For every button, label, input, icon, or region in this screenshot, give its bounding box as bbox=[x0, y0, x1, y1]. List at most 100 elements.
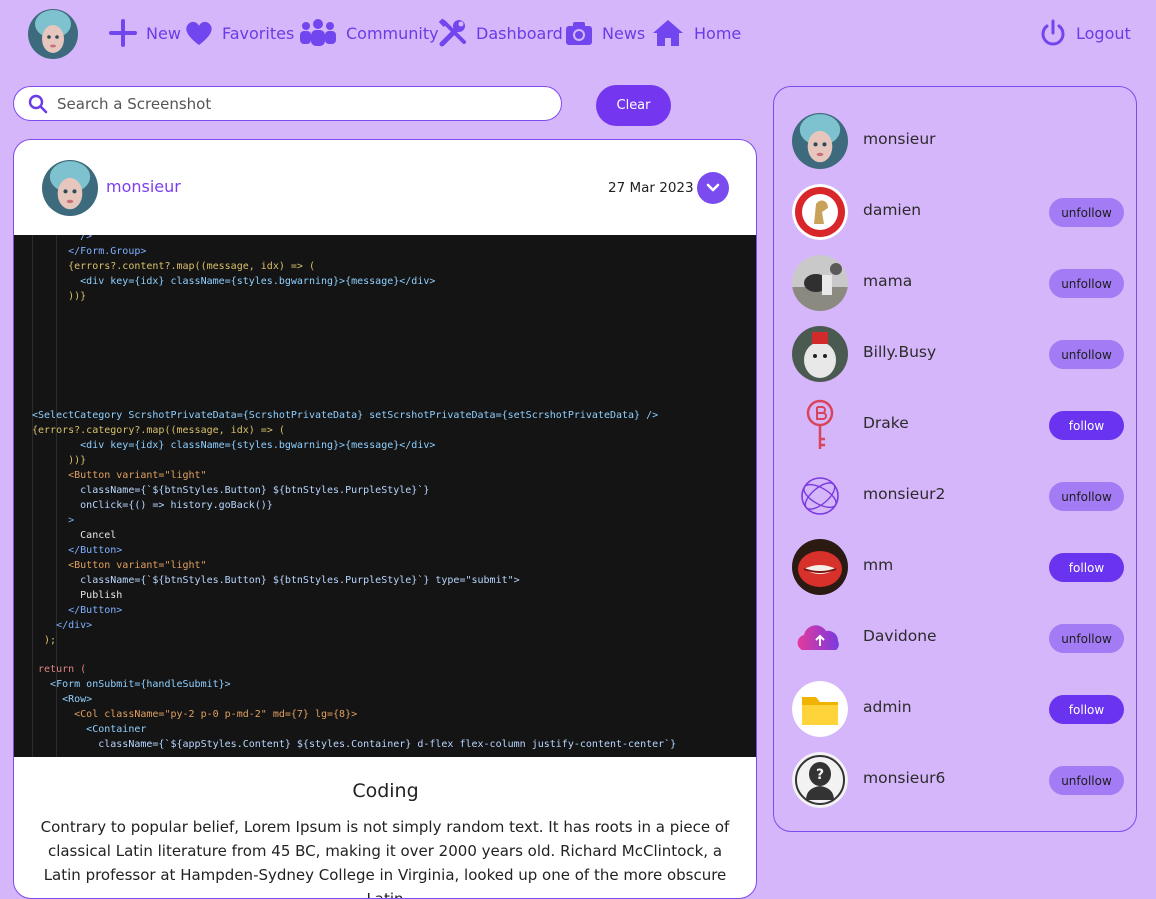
nav-dashboard[interactable]: Dashboard bbox=[438, 16, 563, 50]
user-row: Davidone unfollow bbox=[792, 610, 1124, 666]
user-name[interactable]: Drake bbox=[863, 414, 909, 432]
heart-icon bbox=[186, 21, 212, 45]
nav-community-label: Community bbox=[346, 23, 439, 43]
unfollow-button[interactable]: unfollow bbox=[1049, 482, 1124, 511]
user-avatar[interactable] bbox=[792, 184, 848, 240]
user-row: monsieur bbox=[792, 113, 1122, 169]
nav-dashboard-label: Dashboard bbox=[476, 23, 563, 43]
post-author-name[interactable]: monsieur bbox=[106, 177, 181, 196]
nav-new[interactable]: New bbox=[108, 16, 181, 50]
code-line: </Button> bbox=[32, 545, 123, 556]
user-avatar[interactable] bbox=[792, 326, 848, 382]
code-line: ))} bbox=[32, 455, 87, 466]
code-line: <Button variant="light" bbox=[32, 470, 207, 481]
home-icon bbox=[653, 20, 683, 46]
logout-label: Logout bbox=[1076, 23, 1131, 43]
nav-news-label: News bbox=[602, 23, 646, 43]
svg-text:?: ? bbox=[816, 767, 824, 783]
nav-community[interactable]: Community bbox=[298, 16, 439, 50]
post-options-button[interactable] bbox=[697, 172, 729, 204]
user-name[interactable]: mama bbox=[863, 272, 912, 290]
nav-favorites-label: Favorites bbox=[222, 23, 295, 43]
nav-favorites[interactable]: Favorites bbox=[184, 16, 294, 50]
code-line: <div key={idx} className={styles.bgwarni… bbox=[32, 440, 436, 451]
user-avatar[interactable]: ? bbox=[792, 752, 848, 808]
unfollow-button[interactable]: unfollow bbox=[1049, 624, 1124, 653]
code-line: <Col className="py-2 p-0 p-md-2" md={7} … bbox=[32, 709, 358, 720]
user-avatar[interactable] bbox=[792, 468, 848, 524]
post-card: monsieur 27 Mar 2023 /> </Form.Group> {e… bbox=[13, 139, 757, 899]
unfollow-button[interactable]: unfollow bbox=[1049, 340, 1124, 369]
code-line: </Button> bbox=[32, 605, 123, 616]
code-line: ); bbox=[32, 635, 57, 646]
user-name[interactable]: monsieur bbox=[863, 130, 936, 148]
user-name[interactable]: admin bbox=[863, 698, 912, 716]
tools-icon bbox=[438, 18, 466, 47]
user-row: Billy.Busy unfollow bbox=[792, 326, 1124, 382]
people-icon bbox=[300, 19, 336, 46]
plus-icon bbox=[109, 19, 137, 47]
followed-users-panel: monsieur damien unfollow mama unfollow B… bbox=[773, 86, 1137, 832]
code-line: {errors?.category?.map((message, idx) =>… bbox=[32, 425, 285, 436]
code-line: <Form onSubmit={handleSubmit}> bbox=[32, 679, 231, 690]
user-name[interactable]: mm bbox=[863, 556, 893, 574]
user-row: mm follow bbox=[792, 539, 1124, 595]
code-line: className={`${btnStyles.Button} ${btnSty… bbox=[32, 575, 520, 586]
user-avatar[interactable] bbox=[792, 539, 848, 595]
unfollow-button[interactable]: unfollow bbox=[1049, 269, 1124, 298]
clear-button[interactable]: Clear bbox=[596, 85, 671, 126]
code-line: <Row> bbox=[32, 694, 93, 705]
post-date: 27 Mar 2023 bbox=[608, 180, 694, 196]
user-row: mama unfollow bbox=[792, 255, 1124, 311]
user-name[interactable]: Davidone bbox=[863, 627, 937, 645]
code-line: > bbox=[32, 515, 75, 526]
code-line: <Container bbox=[32, 724, 147, 735]
follow-button[interactable]: follow bbox=[1049, 411, 1124, 440]
code-line: {errors?.content?.map((message, idx) => … bbox=[32, 261, 315, 272]
post-title: Coding bbox=[352, 780, 419, 802]
user-row: monsieur2 unfollow bbox=[792, 468, 1124, 524]
search-icon bbox=[28, 94, 48, 113]
nav-home-label: Home bbox=[694, 23, 742, 43]
user-row: damien unfollow bbox=[792, 184, 1124, 240]
user-avatar[interactable] bbox=[792, 681, 848, 737]
user-avatar[interactable] bbox=[792, 610, 848, 666]
logout-button[interactable]: Logout bbox=[1038, 16, 1131, 50]
follow-button[interactable]: follow bbox=[1049, 695, 1124, 724]
user-avatar[interactable] bbox=[792, 397, 848, 453]
chevron-down-icon bbox=[706, 183, 720, 192]
code-line: return ( bbox=[32, 664, 87, 675]
user-name[interactable]: monsieur2 bbox=[863, 485, 945, 503]
user-name[interactable]: monsieur6 bbox=[863, 769, 945, 787]
search-input[interactable] bbox=[55, 93, 529, 114]
code-line: Cancel bbox=[32, 530, 117, 541]
code-line: </Form.Group> bbox=[32, 246, 147, 257]
code-line: ))} bbox=[32, 291, 87, 302]
nav-new-label: New bbox=[146, 23, 181, 43]
code-line: <div key={idx} className={styles.bgwarni… bbox=[32, 276, 436, 287]
user-name[interactable]: Billy.Busy bbox=[863, 343, 936, 361]
post-body: Contrary to popular belief, Lorem Ipsum … bbox=[40, 818, 730, 899]
unfollow-button[interactable]: unfollow bbox=[1049, 766, 1124, 795]
code-line: Publish bbox=[32, 590, 123, 601]
nav-news[interactable]: News bbox=[564, 16, 645, 50]
code-line: <SelectCategory ScrshotPrivateData={Scrs… bbox=[32, 410, 659, 421]
user-avatar[interactable] bbox=[792, 113, 848, 169]
unfollow-button[interactable]: unfollow bbox=[1049, 198, 1124, 227]
code-line: <Button variant="light" bbox=[32, 560, 207, 571]
navbar: New Favorites Community Dashboard News H… bbox=[0, 0, 1156, 66]
user-row: Drake follow bbox=[792, 397, 1124, 453]
user-row: ? monsieur6 unfollow bbox=[792, 752, 1124, 808]
code-line: </div> bbox=[32, 620, 93, 631]
user-name[interactable]: damien bbox=[863, 201, 921, 219]
nav-home[interactable]: Home bbox=[650, 16, 741, 50]
follow-button[interactable]: follow bbox=[1049, 553, 1124, 582]
power-icon bbox=[1041, 19, 1065, 46]
code-line: className={`${appStyles.Content} ${style… bbox=[32, 739, 677, 750]
post-author-avatar[interactable] bbox=[42, 160, 98, 216]
profile-avatar[interactable] bbox=[28, 9, 78, 59]
code-line: /> bbox=[32, 235, 93, 242]
user-row: admin follow bbox=[792, 681, 1124, 737]
camera-icon bbox=[566, 22, 592, 45]
user-avatar[interactable] bbox=[792, 255, 848, 311]
